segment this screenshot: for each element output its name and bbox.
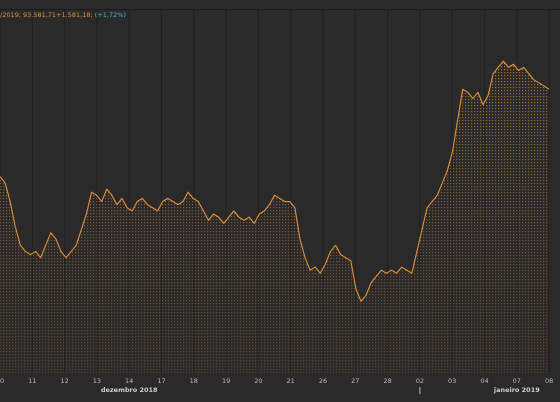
price-chart[interactable]: 10 11 12 13 14 17 18 19 20 21 26 27 28 02 03 04 07 08 deze… bbox=[0, 0, 560, 402]
x-tick-label: 07 bbox=[513, 377, 521, 385]
x-month-label: dezembro 2018 bbox=[101, 386, 158, 394]
x-tick-label: 28 bbox=[383, 377, 391, 385]
x-tick-label: 13 bbox=[93, 377, 101, 385]
x-tick-label: 21 bbox=[287, 377, 295, 385]
price-readout-change: (+1,72%) bbox=[94, 11, 126, 19]
x-tick-label: 27 bbox=[351, 377, 359, 385]
x-tick-label: 12 bbox=[60, 377, 68, 385]
x-tick-label: 18 bbox=[190, 377, 198, 385]
x-tick-label: 11 bbox=[28, 377, 36, 385]
x-tick-label: 02 bbox=[416, 377, 424, 385]
price-readout-value: /2019; 93.581,71+1.581,18; bbox=[0, 11, 93, 19]
x-tick-label: 20 bbox=[254, 377, 262, 385]
price-readout: /2019; 93.581,71+1.581,18; (+1,72%) bbox=[0, 11, 126, 19]
x-tick-label: 03 bbox=[448, 377, 456, 385]
x-tick-label: 14 bbox=[125, 377, 133, 385]
x-month-label: janeiro 2019 bbox=[493, 386, 540, 394]
x-tick-label: 19 bbox=[222, 377, 230, 385]
x-tick-label: 10 bbox=[0, 377, 4, 385]
x-tick-label: 08 bbox=[545, 377, 553, 385]
x-tick-label: 17 bbox=[157, 377, 165, 385]
x-tick-label: 04 bbox=[480, 377, 488, 385]
x-tick-label: 26 bbox=[319, 377, 327, 385]
chart-window: 10 11 12 13 14 17 18 19 20 21 26 27 28 02 03 04 07 08 deze… bbox=[0, 0, 560, 402]
